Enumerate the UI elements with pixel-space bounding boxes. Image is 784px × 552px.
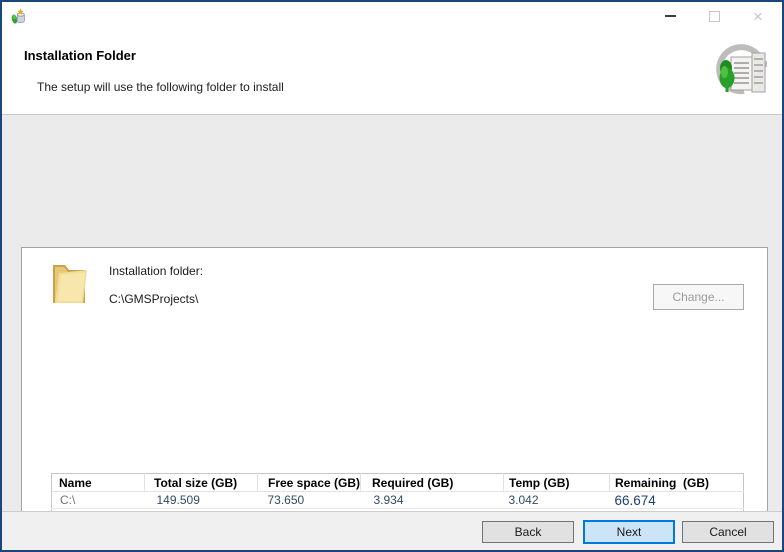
cancel-button[interactable]: Cancel [682,521,774,543]
col-required: Required (GB) [361,474,504,492]
change-button[interactable]: Change... [653,284,744,310]
cell-total-size: 149.509 [145,492,258,509]
folder-label: Installation folder: [109,264,203,278]
close-icon: × [753,8,763,25]
col-temp: Temp (GB) [504,474,610,492]
col-free-space: Free space (GB) [258,474,361,492]
minimize-icon [665,15,676,17]
cell-temp: 3.042 [504,492,610,509]
cell-required: 3.934 [361,492,504,509]
folder-icon [49,257,91,307]
page-subtitle: The setup will use the following folder … [37,80,284,94]
back-button[interactable]: Back [482,521,574,543]
disk-space-table: Name Total size (GB) Free space (GB) Req… [51,473,744,515]
table-row-drive-c: C:\ 149.509 73.650 3.934 3.042 66.674 [52,492,744,509]
window-controls: × [648,2,780,30]
app-icon [10,8,27,25]
maximize-icon [709,11,720,22]
titlebar[interactable]: × [2,2,782,30]
col-remaining: Remaining (GB) [610,474,744,492]
col-name: Name [52,474,145,492]
product-logo-icon [708,44,770,104]
cell-remaining: 66.674 [610,492,744,509]
folder-path: C:\GMSProjects\ [109,292,198,306]
main-background: Installation folder: C:\GMSProjects\ Cha… [2,115,782,511]
cell-free-space: 73.650 [258,492,361,509]
maximize-button[interactable] [692,2,736,30]
close-button[interactable]: × [736,2,780,30]
installer-window: × Installation Folder The setup will use… [0,0,784,552]
cell-drive-name: C:\ [52,492,145,509]
table-header-row: Name Total size (GB) Free space (GB) Req… [52,474,744,492]
next-button[interactable]: Next [583,520,675,544]
page-title: Installation Folder [24,48,136,63]
content-panel: Installation folder: C:\GMSProjects\ Cha… [21,247,768,552]
col-total-size: Total size (GB) [145,474,258,492]
minimize-button[interactable] [648,2,692,30]
